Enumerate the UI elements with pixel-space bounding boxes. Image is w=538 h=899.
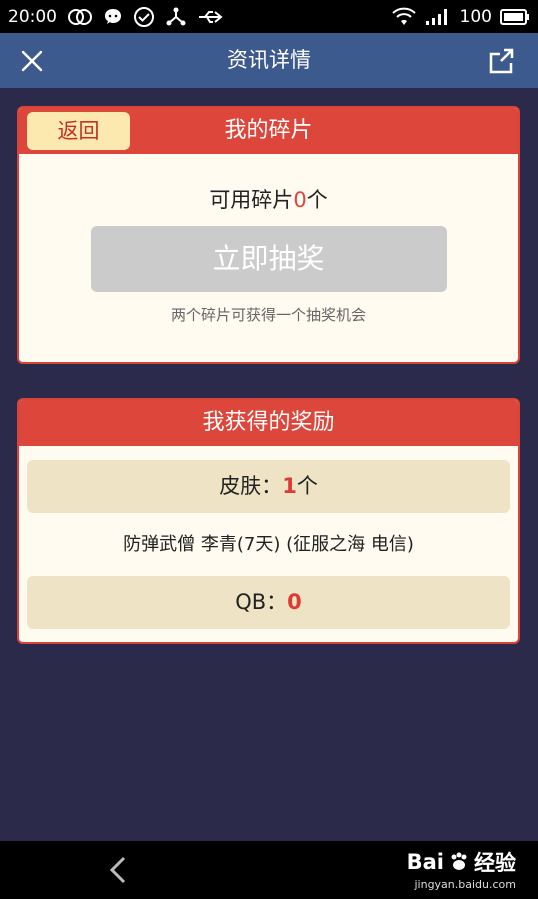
bottom-nav: Bai 经验 jingyan.baidu.com (0, 841, 538, 899)
available-fragments: 可用碎片0个 (19, 184, 518, 214)
back-button[interactable]: 返回 (27, 112, 130, 150)
available-prefix: 可用碎片 (209, 188, 294, 212)
status-time: 20:00 (8, 6, 57, 27)
rings-icon (67, 8, 93, 26)
draw-button[interactable]: 立即抽奖 (90, 226, 447, 292)
watermark-brand: Bai (406, 850, 444, 874)
status-bar: 20:00 100 (0, 0, 538, 33)
rewards-header: 我获得的奖励 (19, 400, 518, 446)
rewards-title: 我获得的奖励 (202, 410, 335, 435)
signal-icon (424, 8, 452, 26)
wifi-icon (391, 7, 416, 27)
share-nodes-icon (165, 6, 187, 28)
skin-label: 皮肤： (219, 474, 283, 498)
watermark-suffix: 经验 (474, 851, 516, 875)
available-suffix: 个 (306, 188, 328, 212)
skin-count: 1 (282, 474, 297, 498)
fragments-card: 返回 我的碎片 可用碎片0个 立即抽奖 两个碎片可获得一个抽奖机会 (17, 106, 520, 364)
qb-value: 0 (287, 590, 302, 614)
chat-icon (103, 7, 123, 27)
usb-icon (197, 8, 225, 26)
fragments-title: 我的碎片 (224, 118, 313, 143)
available-count: 0 (293, 188, 307, 212)
skin-description: 防弹武僧 李青(7天) (征服之海 电信) (123, 534, 414, 555)
qb-row: QB：0 (27, 576, 510, 629)
paw-icon (448, 851, 470, 873)
share-icon[interactable] (486, 46, 518, 76)
draw-hint: 两个碎片可获得一个抽奖机会 (170, 306, 366, 324)
skin-row: 皮肤：1个 (27, 460, 510, 513)
skin-suffix: 个 (296, 474, 318, 498)
battery-icon (500, 8, 530, 25)
rewards-card: 我获得的奖励 皮肤：1个 防弹武僧 李青(7天) (征服之海 电信) QB：0 (17, 398, 520, 644)
title-bar: 资讯详情 (0, 33, 538, 88)
check-circle-icon (133, 6, 155, 28)
baidu-watermark: Bai 经验 jingyan.baidu.com (407, 847, 516, 891)
fragments-header: 返回 我的碎片 (19, 108, 518, 154)
page-title: 资讯详情 (227, 48, 311, 72)
battery-level: 100 (459, 6, 492, 27)
qb-label: QB： (235, 590, 288, 614)
watermark-url: jingyan.baidu.com (414, 878, 516, 891)
back-chevron-icon[interactable] (104, 855, 132, 885)
